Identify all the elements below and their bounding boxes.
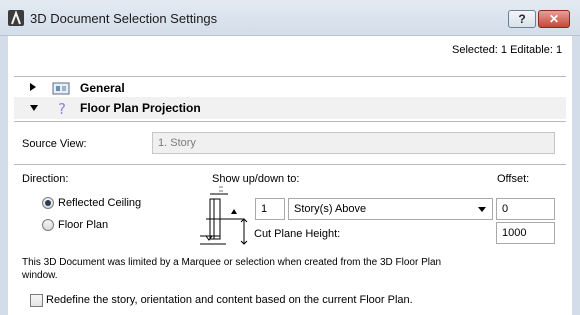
source-view-field: 1. Story	[152, 132, 555, 154]
story-direction-select[interactable]: Story(s) Above	[288, 198, 493, 220]
source-view-label: Source View:	[22, 138, 87, 150]
section-general-label: General	[80, 81, 125, 95]
help-button[interactable]: ?	[508, 10, 536, 28]
cut-plane-height-diagram	[200, 186, 248, 245]
title-bar[interactable]: 3D Document Selection Settings ? ✕	[0, 0, 580, 36]
offset-input[interactable]: 0	[496, 198, 555, 220]
window-frame-left	[0, 36, 8, 315]
section-floor-plan-projection-header[interactable]: ? Floor Plan Projection	[14, 97, 566, 119]
redefine-label[interactable]: Redefine the story, orientation and cont…	[46, 294, 413, 306]
general-settings-icon	[52, 82, 70, 95]
info-text-line1: This 3D Document was limited by a Marque…	[22, 257, 442, 268]
collapse-arrow-icon[interactable]	[30, 105, 38, 111]
cut-plane-height-input[interactable]: 1000	[496, 222, 555, 244]
window-frame-right	[572, 36, 580, 315]
reflected-ceiling-label[interactable]: Reflected Ceiling	[58, 197, 141, 209]
info-text-line2: window.	[22, 270, 58, 281]
story-count-input[interactable]: 1	[255, 198, 285, 220]
cut-plane-height-label: Cut Plane Height:	[254, 228, 341, 240]
archicad-icon	[8, 10, 24, 26]
section-general-header[interactable]: General	[14, 79, 566, 97]
section-fpp-label: Floor Plan Projection	[80, 101, 201, 115]
divider	[14, 164, 566, 165]
divider	[14, 121, 566, 122]
radio-reflected-ceiling[interactable]	[42, 197, 54, 209]
direction-label: Direction:	[22, 173, 69, 185]
story-direction-value: Story(s) Above	[294, 203, 367, 215]
close-button[interactable]: ✕	[538, 10, 570, 28]
offset-label: Offset:	[497, 173, 530, 185]
radio-floor-plan[interactable]	[42, 219, 54, 231]
chevron-down-icon	[478, 207, 486, 212]
divider	[14, 76, 566, 77]
window-title: 3D Document Selection Settings	[30, 11, 218, 26]
expand-arrow-icon[interactable]	[30, 83, 36, 91]
redefine-checkbox[interactable]	[30, 294, 43, 307]
help-icon[interactable]: ?	[58, 100, 66, 118]
selection-count: Selected: 1 Editable: 1	[452, 44, 563, 56]
floor-plan-label[interactable]: Floor Plan	[58, 219, 108, 231]
show-updown-label: Show up/down to:	[212, 173, 300, 185]
